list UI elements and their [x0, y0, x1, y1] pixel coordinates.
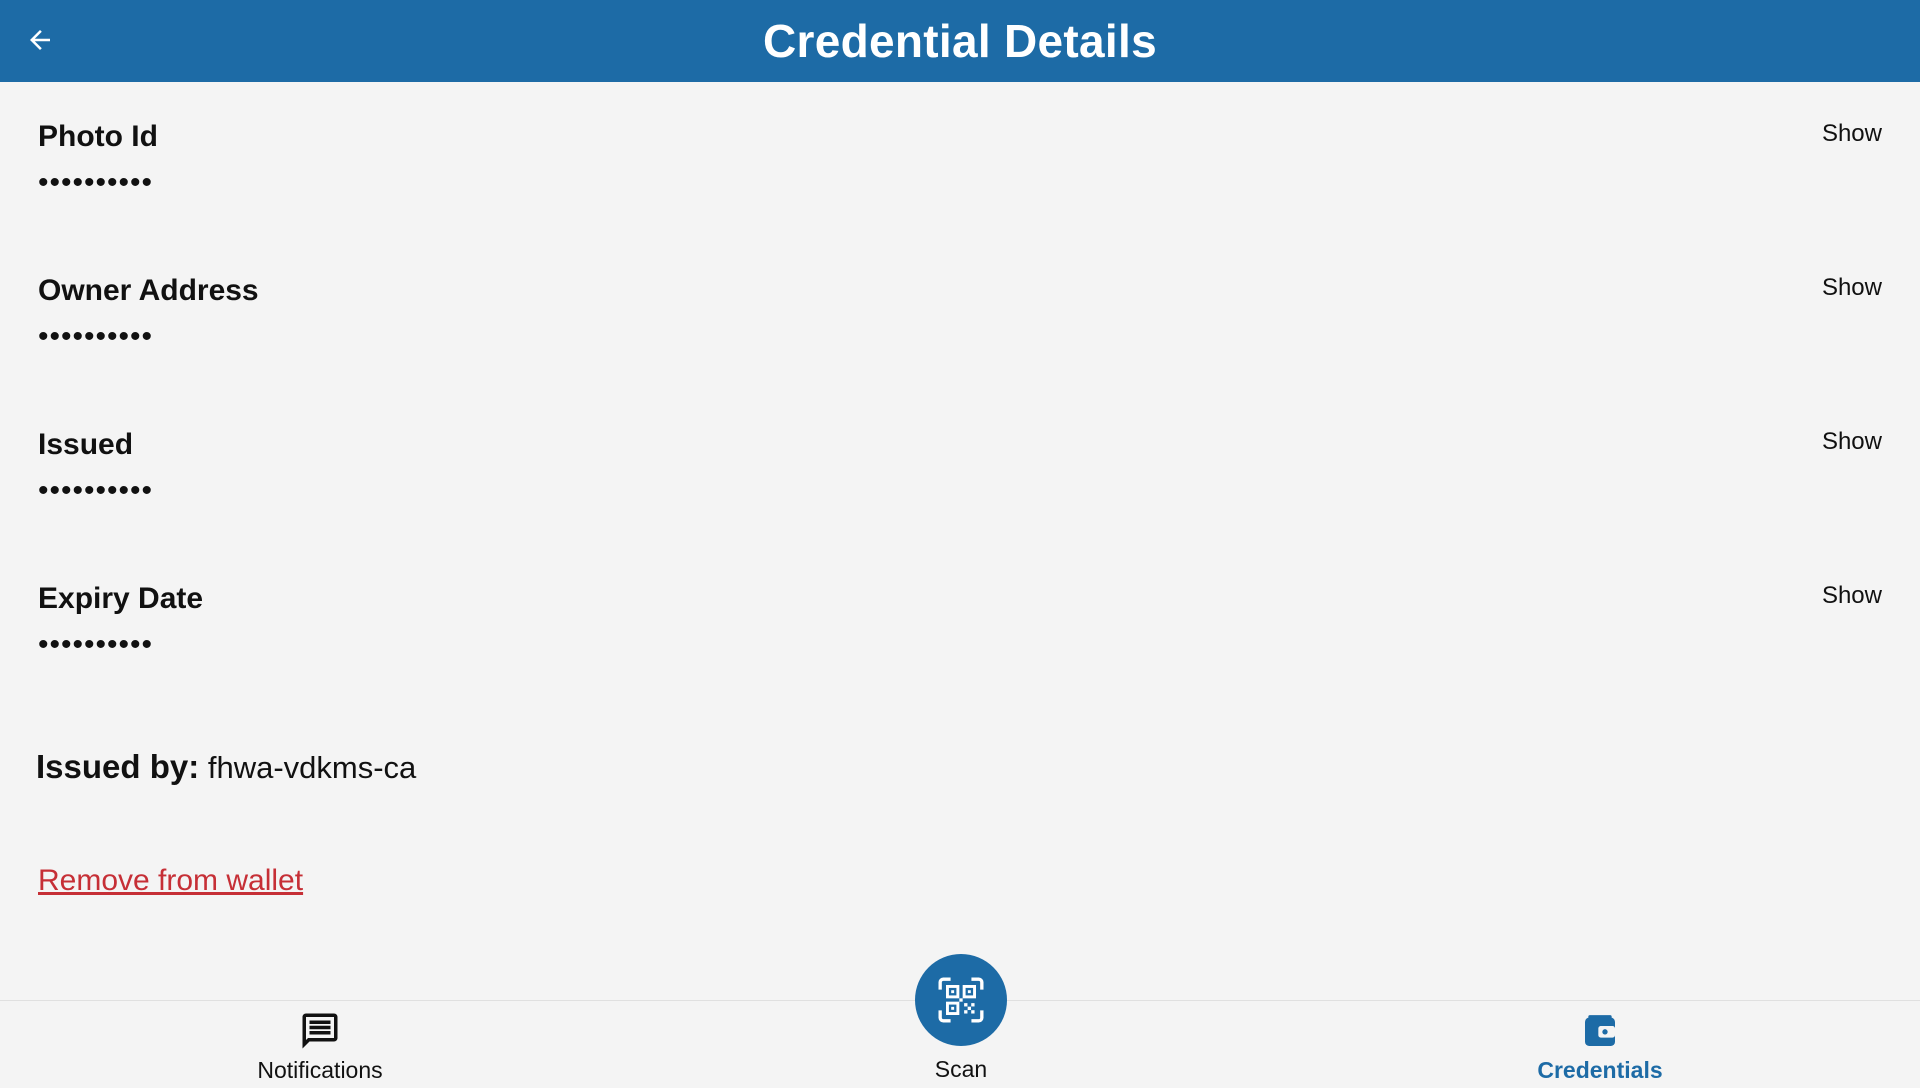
nav-notifications-label: Notifications	[257, 1057, 383, 1083]
field-label: Photo Id	[38, 120, 158, 153]
app-header: Credential Details	[0, 0, 1920, 82]
field-value-hidden: ••••••••••	[38, 166, 154, 199]
scan-label[interactable]: Scan	[900, 1056, 1022, 1083]
show-button[interactable]: Show	[1822, 428, 1882, 456]
field-label: Expiry Date	[38, 582, 204, 615]
wallet-icon	[1585, 1015, 1615, 1046]
show-button[interactable]: Show	[1822, 274, 1882, 302]
nav-credentials[interactable]: Credentials	[1480, 1001, 1720, 1088]
field-label: Issued	[38, 428, 134, 461]
page-title: Credential Details	[763, 15, 1157, 67]
nav-notifications[interactable]: Notifications	[200, 1001, 440, 1088]
field-photo-id: Photo Id •••••••••• Show	[38, 120, 1882, 240]
field-issued: Issued •••••••••• Show	[38, 428, 1882, 548]
field-value-hidden: ••••••••••	[38, 320, 154, 353]
nav-credentials-label: Credentials	[1537, 1057, 1663, 1083]
show-button[interactable]: Show	[1822, 120, 1882, 148]
qr-code-icon	[938, 977, 984, 1023]
field-label: Owner Address	[38, 274, 259, 307]
issuer-info: Issued by: fhwa-vdkms-ca	[36, 748, 416, 786]
arrow-left-icon	[30, 30, 50, 50]
show-button[interactable]: Show	[1822, 582, 1882, 610]
issuer-value: fhwa-vdkms-ca	[207, 750, 417, 785]
scan-button[interactable]	[915, 954, 1007, 1046]
back-button[interactable]	[22, 22, 58, 58]
field-value-hidden: ••••••••••	[38, 474, 154, 507]
message-icon	[302, 1013, 338, 1049]
field-expiry-date: Expiry Date •••••••••• Show	[38, 582, 1882, 702]
field-owner-address: Owner Address •••••••••• Show	[38, 274, 1882, 394]
field-value-hidden: ••••••••••	[38, 628, 154, 661]
issuer-label: Issued by:	[36, 748, 200, 785]
remove-from-wallet-link[interactable]: Remove from wallet	[38, 864, 303, 898]
